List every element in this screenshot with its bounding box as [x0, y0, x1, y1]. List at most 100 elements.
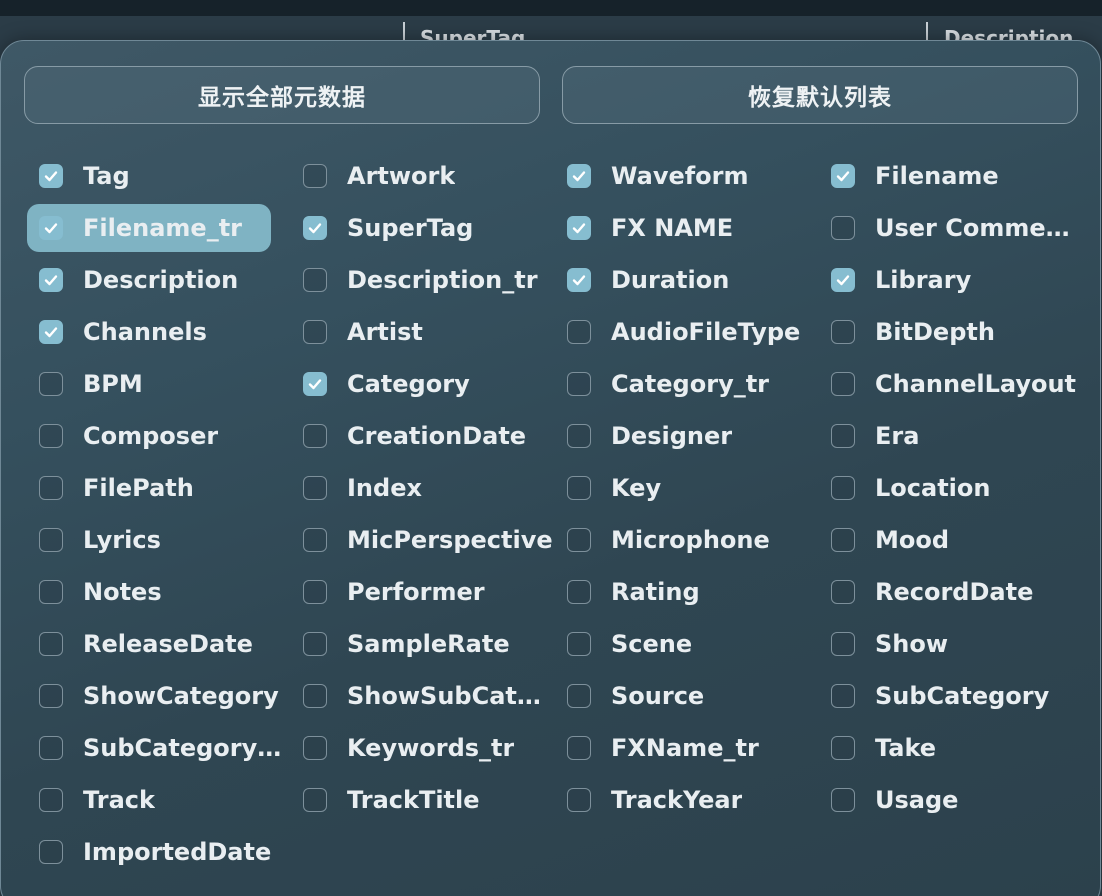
column-option-channellayout[interactable]: ChannelLayout: [831, 360, 1081, 408]
checkbox-unchecked[interactable]: [303, 320, 327, 344]
column-option-releasedate[interactable]: ReleaseDate: [39, 620, 285, 668]
column-option-samplerate[interactable]: SampleRate: [303, 620, 553, 668]
column-option-description[interactable]: Description: [39, 256, 285, 304]
checkbox-unchecked[interactable]: [303, 528, 327, 552]
column-option-source[interactable]: Source: [567, 672, 817, 720]
checkbox-unchecked[interactable]: [831, 372, 855, 396]
checkbox-checked[interactable]: [39, 320, 63, 344]
column-option-user-comments[interactable]: User Comments: [831, 204, 1081, 252]
column-option-tag[interactable]: Tag: [39, 152, 285, 200]
checkbox-unchecked[interactable]: [567, 788, 591, 812]
column-option-showcategory[interactable]: ShowCategory: [39, 672, 285, 720]
column-option-trackyear[interactable]: TrackYear: [567, 776, 817, 824]
checkbox-unchecked[interactable]: [831, 528, 855, 552]
column-option-take[interactable]: Take: [831, 724, 1081, 772]
checkbox-unchecked[interactable]: [39, 424, 63, 448]
column-option-track[interactable]: Track: [39, 776, 285, 824]
column-option-duration[interactable]: Duration: [567, 256, 817, 304]
column-option-notes[interactable]: Notes: [39, 568, 285, 616]
checkbox-checked[interactable]: [567, 216, 591, 240]
column-option-micperspective[interactable]: MicPerspective: [303, 516, 553, 564]
column-option-filename[interactable]: Filename: [831, 152, 1081, 200]
column-option-artist[interactable]: Artist: [303, 308, 553, 356]
checkbox-unchecked[interactable]: [567, 476, 591, 500]
column-option-index[interactable]: Index: [303, 464, 553, 512]
column-option-importeddate[interactable]: ImportedDate: [39, 828, 285, 876]
column-option-library[interactable]: Library: [831, 256, 1081, 304]
checkbox-unchecked[interactable]: [831, 632, 855, 656]
checkbox-unchecked[interactable]: [567, 528, 591, 552]
column-option-fxname-tr[interactable]: FXName_tr: [567, 724, 817, 772]
column-option-location[interactable]: Location: [831, 464, 1081, 512]
checkbox-unchecked[interactable]: [831, 684, 855, 708]
column-option-supertag[interactable]: SuperTag: [303, 204, 553, 252]
checkbox-checked[interactable]: [39, 216, 63, 240]
column-option-show[interactable]: Show: [831, 620, 1081, 668]
checkbox-unchecked[interactable]: [567, 580, 591, 604]
checkbox-checked[interactable]: [303, 372, 327, 396]
column-option-designer[interactable]: Designer: [567, 412, 817, 460]
column-option-mood[interactable]: Mood: [831, 516, 1081, 564]
column-option-scene[interactable]: Scene: [567, 620, 817, 668]
checkbox-checked[interactable]: [831, 268, 855, 292]
column-option-showsubcate[interactable]: ShowSubCate...: [303, 672, 553, 720]
checkbox-unchecked[interactable]: [39, 580, 63, 604]
show-all-metadata-button[interactable]: 显示全部元数据: [24, 66, 540, 124]
column-option-bpm[interactable]: BPM: [39, 360, 285, 408]
column-option-keywords-tr[interactable]: Keywords_tr: [303, 724, 553, 772]
column-option-lyrics[interactable]: Lyrics: [39, 516, 285, 564]
checkbox-unchecked[interactable]: [567, 424, 591, 448]
checkbox-unchecked[interactable]: [831, 476, 855, 500]
column-option-microphone[interactable]: Microphone: [567, 516, 817, 564]
checkbox-checked[interactable]: [39, 268, 63, 292]
checkbox-unchecked[interactable]: [303, 736, 327, 760]
column-option-era[interactable]: Era: [831, 412, 1081, 460]
checkbox-unchecked[interactable]: [831, 216, 855, 240]
checkbox-unchecked[interactable]: [567, 736, 591, 760]
checkbox-unchecked[interactable]: [39, 476, 63, 500]
checkbox-unchecked[interactable]: [303, 580, 327, 604]
checkbox-unchecked[interactable]: [303, 684, 327, 708]
checkbox-checked[interactable]: [303, 216, 327, 240]
column-option-composer[interactable]: Composer: [39, 412, 285, 460]
checkbox-unchecked[interactable]: [831, 320, 855, 344]
checkbox-unchecked[interactable]: [39, 840, 63, 864]
checkbox-unchecked[interactable]: [39, 632, 63, 656]
checkbox-unchecked[interactable]: [567, 632, 591, 656]
checkbox-unchecked[interactable]: [831, 580, 855, 604]
checkbox-unchecked[interactable]: [39, 528, 63, 552]
column-option-usage[interactable]: Usage: [831, 776, 1081, 824]
checkbox-unchecked[interactable]: [39, 684, 63, 708]
checkbox-unchecked[interactable]: [567, 684, 591, 708]
checkbox-unchecked[interactable]: [303, 424, 327, 448]
checkbox-unchecked[interactable]: [831, 736, 855, 760]
column-option-channels[interactable]: Channels: [39, 308, 285, 356]
checkbox-unchecked[interactable]: [831, 424, 855, 448]
checkbox-unchecked[interactable]: [303, 164, 327, 188]
column-option-filename-tr[interactable]: Filename_tr: [27, 204, 271, 252]
column-option-performer[interactable]: Performer: [303, 568, 553, 616]
checkbox-checked[interactable]: [567, 268, 591, 292]
column-option-tracktitle[interactable]: TrackTitle: [303, 776, 553, 824]
column-option-artwork[interactable]: Artwork: [303, 152, 553, 200]
restore-default-list-button[interactable]: 恢复默认列表: [562, 66, 1078, 124]
column-option-subcategory[interactable]: SubCategory: [831, 672, 1081, 720]
column-option-fx-name[interactable]: FX NAME: [567, 204, 817, 252]
checkbox-unchecked[interactable]: [831, 788, 855, 812]
column-option-category-tr[interactable]: Category_tr: [567, 360, 817, 408]
checkbox-checked[interactable]: [567, 164, 591, 188]
checkbox-unchecked[interactable]: [303, 788, 327, 812]
column-option-subcategory-tr[interactable]: SubCategory_tr: [39, 724, 285, 772]
checkbox-checked[interactable]: [831, 164, 855, 188]
column-option-audiofiletype[interactable]: AudioFileType: [567, 308, 817, 356]
checkbox-checked[interactable]: [39, 164, 63, 188]
checkbox-unchecked[interactable]: [303, 476, 327, 500]
column-option-recorddate[interactable]: RecordDate: [831, 568, 1081, 616]
column-option-bitdepth[interactable]: BitDepth: [831, 308, 1081, 356]
column-option-waveform[interactable]: Waveform: [567, 152, 817, 200]
column-option-category[interactable]: Category: [303, 360, 553, 408]
column-option-key[interactable]: Key: [567, 464, 817, 512]
checkbox-unchecked[interactable]: [303, 632, 327, 656]
column-option-rating[interactable]: Rating: [567, 568, 817, 616]
checkbox-unchecked[interactable]: [39, 372, 63, 396]
